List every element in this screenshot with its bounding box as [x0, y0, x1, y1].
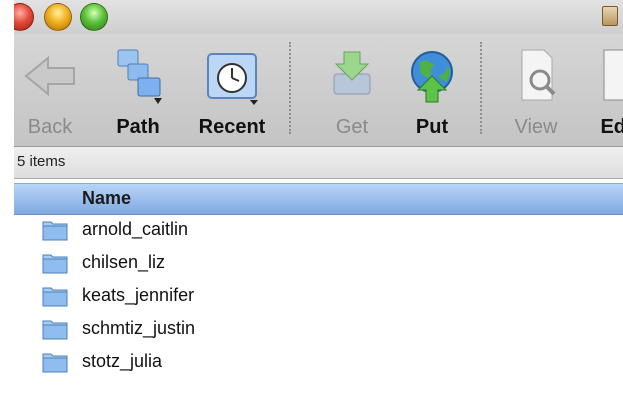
minimize-button[interactable] — [44, 3, 72, 31]
title-bar[interactable] — [14, 0, 623, 34]
view-label: View — [514, 116, 558, 138]
list-item[interactable]: schmtiz_justin — [14, 314, 623, 346]
put-globe-upload-icon — [411, 51, 453, 103]
list-item[interactable]: keats_jennifer — [14, 281, 623, 313]
path-label: Path — [116, 116, 160, 138]
view-document-icon — [521, 49, 556, 101]
folder-icon — [42, 221, 68, 241]
column-header-label: Name — [82, 188, 132, 208]
recent-label: Recent — [198, 116, 266, 138]
toolbar-separator — [289, 42, 291, 134]
folder-icon — [42, 254, 68, 274]
column-header-name[interactable]: Name — [14, 183, 623, 215]
view-button[interactable]: View — [500, 34, 572, 146]
path-button[interactable]: Path — [102, 34, 174, 146]
back-arrow-icon — [24, 55, 75, 97]
toolbar-toggle-icon[interactable] — [602, 6, 618, 26]
folder-icon — [42, 353, 68, 373]
recent-button[interactable]: Recent — [196, 34, 268, 146]
folder-name: arnold_caitlin — [82, 219, 189, 239]
edit-button[interactable]: Edi — [580, 34, 623, 146]
back-label: Back — [27, 116, 73, 138]
folder-icon — [42, 320, 68, 340]
list-item[interactable]: stotz_julia — [14, 347, 623, 379]
folder-name: stotz_julia — [82, 351, 163, 371]
file-browser-window: Back Path Recent Get Put View Ed 5 items… — [14, 0, 623, 413]
close-button[interactable] — [14, 3, 34, 31]
edit-document-icon — [603, 49, 623, 101]
zoom-button[interactable] — [80, 3, 108, 31]
folder-icon — [42, 287, 68, 307]
recent-clock-folder-icon — [207, 53, 258, 105]
get-button[interactable]: Get — [316, 34, 388, 146]
put-button[interactable]: Put — [396, 34, 468, 146]
edit-label: Edi — [600, 116, 623, 138]
put-label: Put — [415, 116, 449, 138]
back-button[interactable]: Back — [14, 34, 86, 146]
toolbar-separator — [480, 42, 482, 134]
folder-name: chilsen_liz — [82, 252, 166, 272]
path-folders-icon — [117, 49, 162, 104]
list-item[interactable]: arnold_caitlin — [14, 215, 623, 247]
get-label: Get — [335, 116, 369, 138]
get-download-icon — [333, 51, 371, 95]
list-item[interactable]: chilsen_liz — [14, 248, 623, 280]
folder-name: schmtiz_justin — [82, 318, 196, 338]
status-bar: 5 items — [14, 147, 623, 179]
toolbar: Back Path Recent Get Put View Ed — [14, 34, 623, 147]
folder-name: keats_jennifer — [82, 285, 195, 305]
item-count: 5 items — [17, 153, 66, 170]
